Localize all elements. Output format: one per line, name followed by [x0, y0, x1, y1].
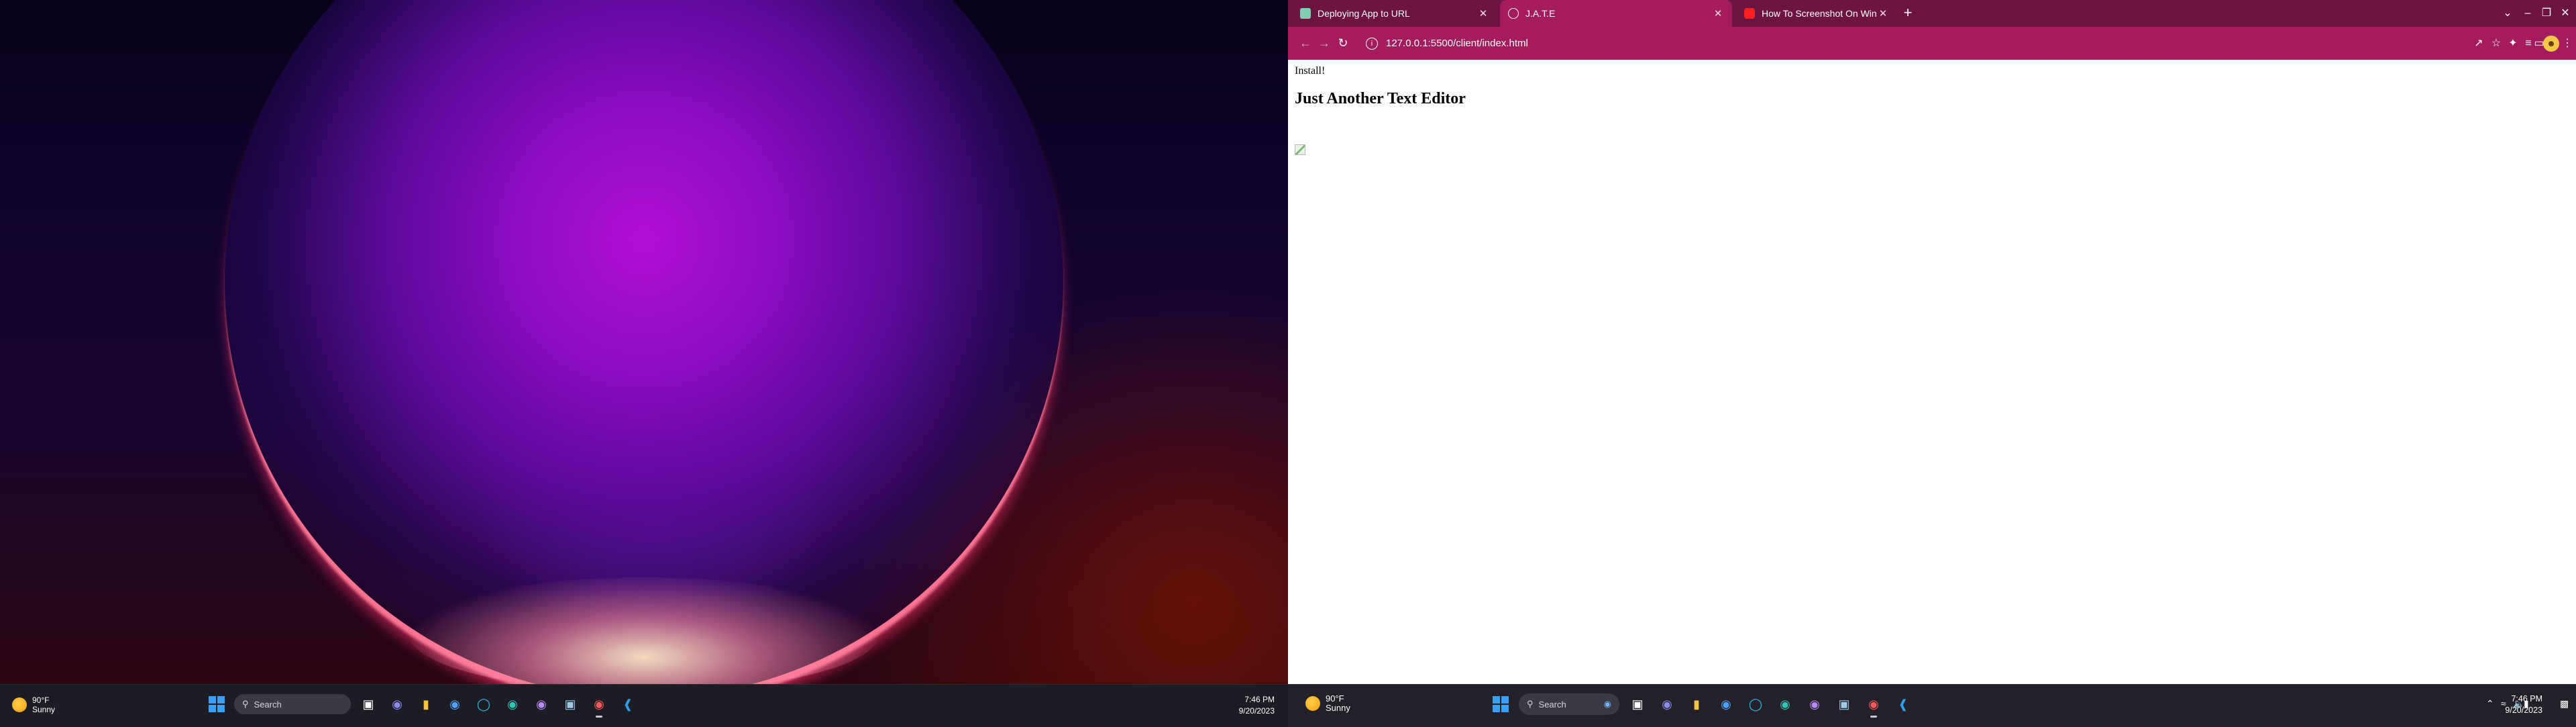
vscode-icon[interactable]: ❰ — [616, 693, 639, 716]
cortana-icon[interactable]: ◯ — [472, 693, 495, 716]
clock-date: 9/20/2023 — [2505, 706, 2542, 715]
file-explorer-icon[interactable]: ▮ — [1685, 693, 1708, 716]
weather-temp: 90°F — [32, 695, 50, 705]
weather-temp: 90°F — [1326, 693, 1344, 704]
tab-title: How To Screenshot On Windows — [1762, 8, 1877, 19]
close-icon[interactable]: ✕ — [1877, 7, 1889, 19]
start-button[interactable] — [205, 693, 228, 716]
install-button[interactable]: Install! — [1295, 65, 1325, 77]
clock-date: 9/20/2023 — [1238, 706, 1275, 716]
wallpaper-glow — [409, 577, 879, 691]
notification-icon[interactable]: ▩ — [2560, 698, 2569, 710]
windows-icon — [209, 696, 225, 712]
share-icon[interactable]: ↗ — [2470, 35, 2487, 52]
close-window-icon[interactable]: ✕ — [2552, 4, 2576, 23]
taskbar-search[interactable]: ⚲ Search — [234, 694, 351, 714]
tab-screenshot[interactable]: How To Screenshot On Windows ✕ — [1736, 0, 1897, 27]
left-monitor: 90°F Sunny ⚲ Search ▣ ◉ ▮ ◉ ◯ ◉ ◉ ▣ ◉ ❰ … — [0, 0, 1288, 727]
github-icon[interactable]: ◉ — [530, 693, 553, 716]
task-view-icon[interactable]: ▣ — [357, 693, 380, 716]
page-title: Just Another Text Editor — [1295, 90, 1466, 107]
reload-icon[interactable]: ↻ — [1334, 34, 1352, 52]
menu-icon[interactable]: ⋮ — [2559, 35, 2576, 52]
system-clock[interactable]: 7:46 PM 9/20/2023 — [1239, 694, 1275, 717]
task-view-icon[interactable]: ▣ — [1626, 693, 1649, 716]
url-text: 127.0.0.1:5500/client/index.html — [1386, 38, 1528, 49]
weather-condition: Sunny — [32, 705, 56, 714]
tab-title: Deploying App to URL — [1318, 8, 1410, 19]
chrome-dev-icon[interactable]: ◉ — [1715, 693, 1737, 716]
chrome-dev-icon[interactable]: ◉ — [443, 693, 466, 716]
tab-deploying[interactable]: Deploying App to URL ✕ — [1292, 0, 1497, 27]
start-button[interactable] — [1489, 693, 1512, 716]
new-tab-button[interactable]: + — [1900, 5, 1916, 21]
forward-icon[interactable]: → — [1315, 34, 1334, 52]
search-label: Search — [254, 699, 282, 710]
edge-icon[interactable]: ◉ — [1774, 693, 1796, 716]
app-icon[interactable]: ▣ — [559, 693, 582, 716]
github-icon[interactable]: ◉ — [1803, 693, 1826, 716]
chevron-up-icon[interactable]: ⌃ — [2486, 698, 2494, 710]
app-icon[interactable]: ▣ — [1833, 693, 1856, 716]
weather-widget[interactable]: 90°F Sunny — [12, 695, 55, 714]
address-bar[interactable]: i 127.0.0.1:5500/client/index.html — [1359, 33, 2486, 54]
teams-icon[interactable]: ◉ — [386, 693, 409, 716]
edge-icon[interactable]: ◉ — [501, 693, 524, 716]
chrome-icon[interactable]: ◉ — [1862, 693, 1885, 718]
bookmark-star-icon[interactable]: ☆ — [2487, 35, 2505, 52]
vscode-icon[interactable]: ❰ — [1892, 693, 1915, 716]
cortana-icon[interactable]: ◯ — [1744, 693, 1767, 716]
broken-image-icon — [1295, 144, 1305, 155]
weather-widget[interactable]: 90°F Sunny — [1305, 694, 1350, 713]
search-icon: ⚲ — [242, 699, 249, 709]
windows-icon — [1493, 696, 1509, 712]
right-monitor: Deploying App to URL ✕ J.A.T.E ✕ How To … — [1288, 0, 2576, 727]
sun-icon — [12, 697, 27, 712]
file-explorer-icon[interactable]: ▮ — [415, 693, 437, 716]
youtube-icon — [1744, 8, 1755, 19]
system-clock[interactable]: 7:46 PM 9/20/2023 — [2505, 693, 2542, 716]
bing-icon: ◉ — [1603, 699, 1611, 709]
search-label: Search — [1538, 699, 1566, 710]
taskbar: 90°F Sunny ⚲ Search ▣ ◉ ▮ ◉ ◯ ◉ ◉ ▣ ◉ ❰ … — [0, 684, 1288, 727]
globe-icon — [1508, 8, 1519, 19]
doc-icon — [1300, 8, 1311, 19]
close-icon[interactable]: ✕ — [1712, 7, 1724, 19]
search-icon: ⚲ — [1527, 699, 1534, 709]
sun-icon — [1305, 696, 1320, 711]
taskbar-apps: ⚲ Search ◉ ▣ ◉ ▮ ◉ ◯ ◉ ◉ ▣ ◉ ❰ — [1489, 693, 1915, 718]
desktop-wallpaper — [0, 0, 1288, 698]
clock-time: 7:46 PM — [1244, 695, 1275, 704]
site-info-icon[interactable]: i — [1366, 37, 1378, 50]
weather-condition: Sunny — [1326, 703, 1350, 713]
tab-strip: Deploying App to URL ✕ J.A.T.E ✕ How To … — [1288, 0, 2576, 27]
taskbar: 90°F Sunny ⚲ Search ◉ ▣ ◉ ▮ ◉ ◯ ◉ ◉ ▣ ◉ … — [1288, 684, 2576, 727]
taskbar-apps: ⚲ Search ▣ ◉ ▮ ◉ ◯ ◉ ◉ ▣ ◉ ❰ — [205, 693, 639, 718]
teams-icon[interactable]: ◉ — [1656, 693, 1678, 716]
taskbar-search[interactable]: ⚲ Search ◉ — [1519, 693, 1619, 715]
chrome-icon[interactable]: ◉ — [588, 693, 610, 718]
clock-time: 7:46 PM — [2511, 694, 2542, 704]
browser-toolbar: ← → ↻ i 127.0.0.1:5500/client/index.html… — [1288, 27, 2576, 60]
profile-avatar[interactable]: ☻ — [2543, 36, 2559, 52]
tab-title: J.A.T.E — [1525, 8, 1556, 19]
back-icon[interactable]: ← — [1296, 34, 1315, 52]
tab-jate[interactable]: J.A.T.E ✕ — [1500, 0, 1732, 27]
page-viewport: Install! Just Another Text Editor — [1288, 60, 2576, 685]
close-icon[interactable]: ✕ — [1477, 7, 1489, 19]
